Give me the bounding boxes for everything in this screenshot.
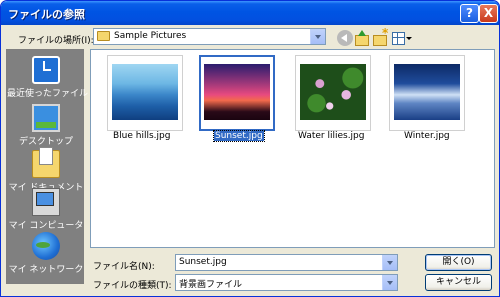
image-preview [204, 64, 270, 120]
my-computer-icon [32, 188, 60, 216]
view-menu-icon[interactable] [391, 30, 413, 46]
place-label: マイ コンピュータ [8, 221, 84, 231]
filename-input[interactable]: Sunset.jpg [175, 254, 398, 271]
file-name-sunset[interactable]: Sunset.jpg [213, 130, 265, 142]
chevron-down-icon[interactable] [382, 275, 397, 290]
filename-value: Sunset.jpg [179, 257, 227, 267]
place-label: 最近使ったファイル [7, 89, 89, 99]
recent-icon [32, 56, 60, 84]
up-folder-icon[interactable] [354, 30, 370, 46]
close-button[interactable]: X [479, 4, 498, 23]
my-network-icon [32, 232, 60, 260]
chevron-down-icon[interactable] [382, 255, 397, 270]
place-label: デスクトップ [18, 137, 73, 147]
file-name-blue-hills[interactable]: Blue hills.jpg [113, 131, 170, 141]
look-in-dropdown[interactable]: Sample Pictures [93, 28, 326, 45]
dialog-title: ファイルの参照 [8, 8, 85, 21]
file-name-winter[interactable]: Winter.jpg [404, 131, 450, 141]
filetype-dropdown[interactable]: 背景画ファイル [175, 274, 398, 291]
file-list-view[interactable]: Blue hills.jpg Sunset.jpg Water lilies.j… [90, 49, 495, 248]
title-bar[interactable]: ファイルの参照 ? X [1, 1, 499, 25]
file-browse-dialog: ファイルの参照 ? X ファイルの場所(I): Sample Pictures … [0, 0, 500, 297]
help-button[interactable]: ? [460, 4, 479, 23]
place-label: マイ ネットワーク [8, 265, 84, 275]
open-button[interactable]: 開く(O) [425, 254, 492, 271]
file-thumbnail-winter[interactable] [389, 55, 465, 131]
image-preview [394, 64, 460, 120]
file-name-water-lilies[interactable]: Water lilies.jpg [298, 131, 364, 141]
look-in-label: ファイルの場所(I): [18, 36, 94, 46]
look-in-value: Sample Pictures [114, 31, 187, 41]
place-my-computer[interactable]: マイ コンピュータ [7, 188, 85, 236]
cancel-button[interactable]: キャンセル [425, 274, 492, 291]
image-preview [112, 64, 178, 120]
place-recent[interactable]: 最近使ったファイル [7, 56, 89, 104]
image-preview [300, 64, 366, 120]
my-documents-icon [32, 147, 60, 178]
filetype-value: 背景画ファイル [179, 280, 243, 290]
back-icon[interactable] [337, 30, 353, 46]
chevron-down-icon[interactable] [310, 29, 325, 44]
place-my-network[interactable]: マイ ネットワーク [7, 232, 85, 280]
places-bar: 最近使ったファイル デスクトップ マイ ドキュメント マイ コンピュータ マイ … [6, 49, 89, 284]
file-thumbnail-water-lilies[interactable] [295, 55, 371, 131]
filename-label: ファイル名(N): [93, 262, 155, 272]
file-thumbnail-sunset[interactable] [199, 55, 275, 131]
file-thumbnail-blue-hills[interactable] [107, 55, 183, 131]
folder-icon [97, 31, 110, 41]
new-folder-icon[interactable] [372, 26, 388, 46]
desktop-icon [32, 104, 60, 132]
place-desktop[interactable]: デスクトップ [7, 104, 85, 152]
filetype-label: ファイルの種類(T): [93, 281, 172, 291]
